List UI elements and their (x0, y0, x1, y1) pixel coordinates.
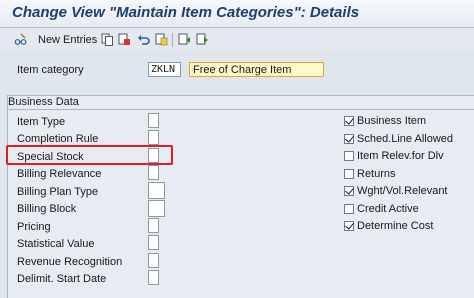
revenue-recognition-field[interactable] (148, 253, 159, 268)
window-title: Change View "Maintain Item Categories": … (12, 4, 360, 21)
copy-icon[interactable] (101, 33, 114, 46)
revenue-recognition-label: Revenue Recognition (17, 256, 123, 268)
sched-line-allowed-checkbox[interactable] (344, 134, 354, 144)
item-category-code-field[interactable]: ZKLN (148, 62, 181, 77)
delete-icon[interactable] (118, 33, 131, 46)
item-category-description-field[interactable]: Free of Charge Item (189, 62, 324, 77)
previous-entry-icon[interactable] (178, 33, 191, 46)
sched-line-allowed-label: Sched.Line Allowed (357, 133, 454, 145)
wght-vol-relevant-label: Wght/Vol.Relevant (357, 185, 448, 197)
special-stock-highlight (6, 145, 173, 165)
billing-plan-type-label: Billing Plan Type (17, 186, 99, 198)
new-entries-button[interactable]: New Entries (38, 34, 97, 46)
wght-vol-relevant-checkbox[interactable] (344, 186, 354, 196)
toolbar-separator (172, 33, 173, 47)
delimit-start-date-label: Delimit. Start Date (17, 273, 107, 285)
item-relev-for-dlv-checkbox[interactable] (344, 151, 354, 161)
pencil-glasses-icon[interactable] (14, 33, 27, 46)
completion-rule-label: Completion Rule (17, 133, 99, 145)
application-toolbar: New Entries (0, 29, 474, 51)
billing-block-field[interactable] (148, 200, 165, 217)
item-category-label: Item category (17, 64, 84, 76)
undo-icon[interactable] (137, 33, 150, 46)
title-bar: Change View "Maintain Item Categories": … (0, 0, 474, 28)
pricing-label: Pricing (17, 221, 51, 233)
determine-cost-label: Determine Cost (357, 220, 434, 232)
returns-checkbox[interactable] (344, 169, 354, 179)
business-item-label: Business Item (357, 115, 427, 127)
billing-relevance-label: Billing Relevance (17, 168, 102, 180)
returns-label: Returns (357, 168, 396, 180)
copy-as-icon[interactable] (155, 33, 168, 46)
group-divider (8, 109, 474, 110)
billing-block-label: Billing Block (17, 203, 77, 215)
delimit-start-date-field[interactable] (148, 270, 159, 285)
item-relev-for-dlv-label: Item Relev.for Dlv (357, 150, 444, 162)
determine-cost-checkbox[interactable] (344, 221, 354, 231)
item-type-label: Item Type (17, 116, 66, 128)
credit-active-checkbox[interactable] (344, 204, 354, 214)
pricing-field[interactable] (148, 218, 159, 233)
credit-active-label: Credit Active (357, 203, 419, 215)
business-data-title: Business Data (8, 96, 79, 108)
completion-rule-field[interactable] (148, 130, 159, 145)
statistical-value-label: Statistical Value (17, 238, 95, 250)
next-entry-icon[interactable] (196, 33, 209, 46)
billing-relevance-field[interactable] (148, 165, 159, 180)
billing-plan-type-field[interactable] (148, 182, 165, 199)
business-item-checkbox[interactable] (344, 116, 354, 126)
statistical-value-field[interactable] (148, 235, 159, 250)
item-type-field[interactable] (148, 113, 159, 128)
